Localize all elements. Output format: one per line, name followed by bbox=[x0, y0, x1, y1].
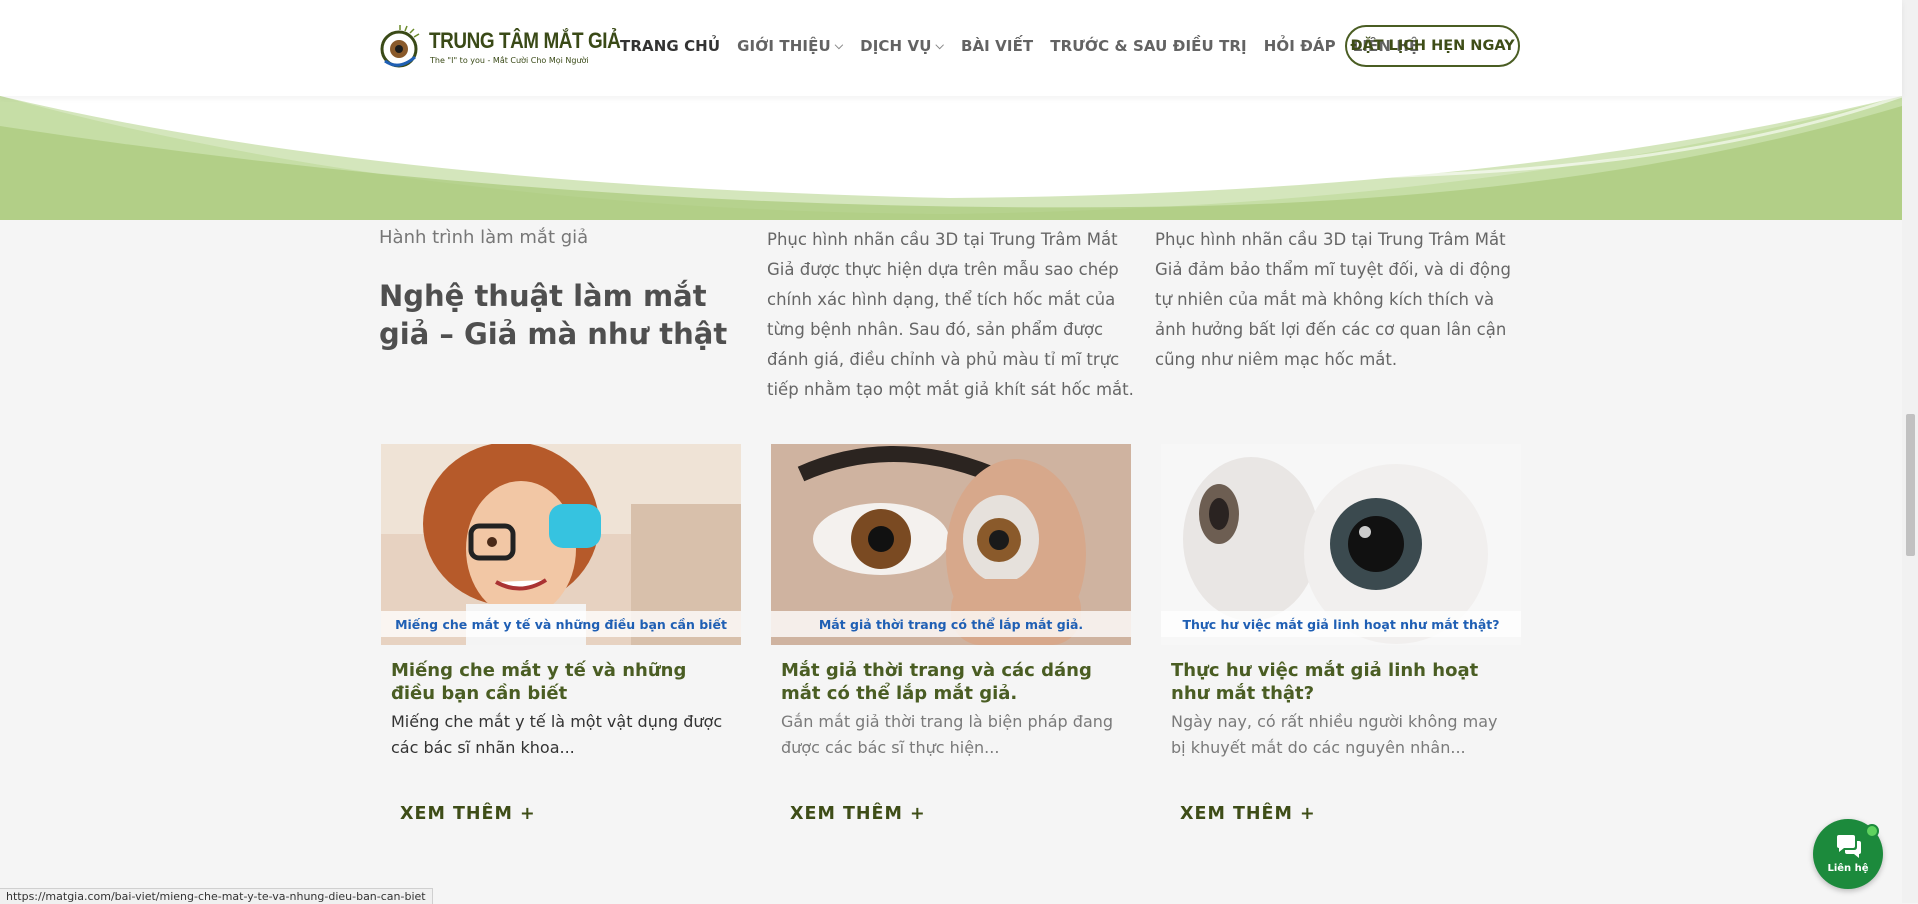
nav-label: TRƯỚC & SAU ĐIỀU TRỊ bbox=[1050, 37, 1247, 55]
nav-label: HỎI ĐÁP bbox=[1263, 37, 1336, 55]
post-title[interactable]: Miếng che mắt y tế và những điều bạn cần… bbox=[391, 659, 731, 705]
post-image[interactable]: Thực hư việc mắt giả linh hoạt như mắt t… bbox=[1161, 444, 1521, 645]
nav-item-about[interactable]: GIỚI THIỆU ⌵ bbox=[737, 37, 843, 55]
chevron-down-icon: ⌵ bbox=[935, 39, 944, 52]
chevron-down-icon: ⌵ bbox=[834, 39, 844, 52]
post-image-caption: Mắt giả thời trang có thể lắp mắt giả. bbox=[771, 611, 1131, 637]
logo-tagline: The "I" to you - Mắt Cười Cho Mọi Người bbox=[430, 56, 589, 65]
nav-label: DỊCH VỤ bbox=[860, 37, 932, 55]
intro-title: Nghệ thuật làm mắt giả – Giả mà như thật bbox=[379, 279, 728, 351]
main-nav: TRANG CHỦ GIỚI THIỆU ⌵ DỊCH VỤ ⌵ BÀI VIẾT … bbox=[620, 37, 1436, 55]
eye-logo-icon bbox=[380, 25, 420, 68]
post-image-caption: Thực hư việc mắt giả linh hoạt như mắt t… bbox=[1161, 611, 1521, 637]
read-more-link[interactable]: XEM THÊM + bbox=[790, 804, 926, 824]
site-logo[interactable]: TRUNG TÂM MẮT GIẢ The "I" to you - Mắt C… bbox=[379, 22, 621, 72]
logo-name: TRUNG TÂM MẮT GIẢ bbox=[429, 28, 621, 53]
nav-item-posts[interactable]: BÀI VIẾT bbox=[961, 37, 1033, 55]
nav-item-services[interactable]: DỊCH VỤ ⌵ bbox=[860, 37, 944, 55]
post-title[interactable]: Mắt giả thời trang và các dáng mắt có th… bbox=[781, 659, 1121, 705]
post-card[interactable]: Mắt giả thời trang có thể lắp mắt giả. M… bbox=[771, 444, 1131, 761]
site-header: TRUNG TÂM MẮT GIẢ The "I" to you - Mắt C… bbox=[0, 0, 1902, 96]
nav-label: GIỚI THIỆU bbox=[737, 37, 831, 55]
scrollbar-thumb[interactable] bbox=[1906, 414, 1915, 556]
post-image-caption: Miếng che mắt y tế và những điều bạn cần… bbox=[381, 611, 741, 637]
post-excerpt: Ngày nay, có rất nhiều người không may b… bbox=[1171, 712, 1498, 757]
nav-item-before-after[interactable]: TRƯỚC & SAU ĐIỀU TRỊ bbox=[1050, 37, 1246, 55]
read-more-link[interactable]: XEM THÊM + bbox=[400, 804, 536, 824]
nav-item-home[interactable]: TRANG CHỦ bbox=[620, 37, 720, 55]
post-image[interactable]: Miếng che mắt y tế và những điều bạn cần… bbox=[381, 444, 741, 645]
post-card[interactable]: Thực hư việc mắt giả linh hoạt như mắt t… bbox=[1161, 444, 1521, 761]
nav-label: BÀI VIẾT bbox=[960, 37, 1034, 55]
read-more-link[interactable]: XEM THÊM + bbox=[1180, 804, 1316, 824]
nav-label: TRANG CHỦ bbox=[620, 37, 721, 55]
chat-bubble-icon bbox=[1837, 835, 1861, 858]
contact-chat-button[interactable]: Liên hệ bbox=[1813, 819, 1883, 889]
nav-item-faq[interactable]: HỎI ĐÁP bbox=[1264, 37, 1336, 55]
page-scrollbar[interactable] bbox=[1902, 0, 1918, 903]
decorative-wave bbox=[0, 96, 1902, 224]
online-indicator bbox=[1865, 824, 1879, 838]
post-excerpt: Miếng che mắt y tế là một vật dụng được … bbox=[391, 712, 723, 757]
intro-paragraph-2: Phục hình nhãn cầu 3D tại Trung Trâm Mắt… bbox=[1155, 230, 1511, 369]
intro-eyebrow: Hành trình làm mắt giả bbox=[379, 227, 589, 248]
post-image[interactable]: Mắt giả thời trang có thể lắp mắt giả. bbox=[771, 444, 1131, 645]
book-appointment-button[interactable]: ĐẶT LỊCH HẸN NGAY bbox=[1345, 25, 1520, 67]
status-bar-url: https://matgia.com/bai-viet/mieng-che-ma… bbox=[0, 888, 433, 904]
post-excerpt: Gắn mắt giả thời trang là biện pháp đang… bbox=[781, 712, 1114, 757]
post-card[interactable]: Miếng che mắt y tế và những điều bạn cần… bbox=[381, 444, 741, 761]
intro-paragraph-1: Phục hình nhãn cầu 3D tại Trung Trâm Mắt… bbox=[767, 230, 1134, 399]
post-title[interactable]: Thực hư việc mắt giả linh hoạt như mắt t… bbox=[1171, 659, 1511, 705]
chat-label: Liên hệ bbox=[1827, 863, 1869, 874]
